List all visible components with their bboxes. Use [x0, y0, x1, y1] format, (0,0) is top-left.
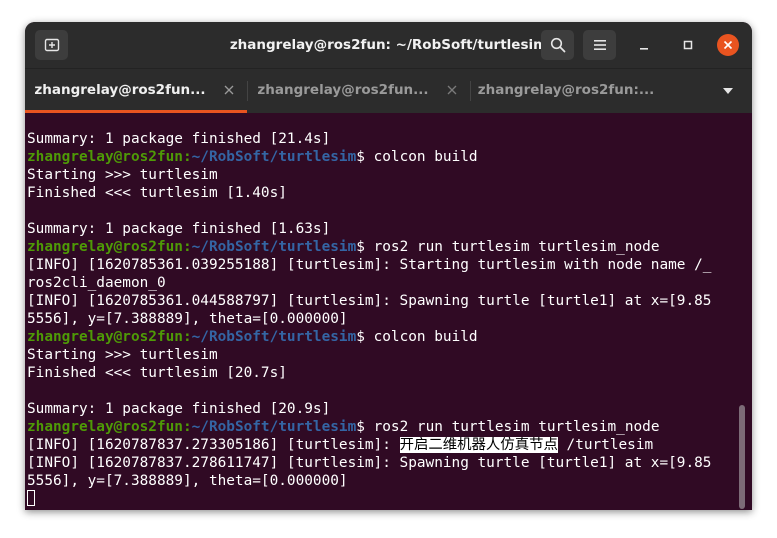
output-text: Summary: 1 package finished [21.4s] [27, 131, 331, 147]
prompt-user: zhangrelay@ros2fun [27, 329, 183, 345]
tabs-dropdown-button[interactable] [716, 81, 740, 101]
output-text: [INFO] [1620787837.278611747] [turtlesim… [27, 455, 712, 471]
terminal-input-line[interactable] [27, 490, 739, 508]
terminal-output[interactable]: Summary: 1 package finished [21.4s] zhang… [27, 130, 739, 510]
terminal-line: Finished <<< turtlesim [20.7s] [27, 364, 739, 382]
prompt-user: zhangrelay@ros2fun [27, 419, 183, 435]
terminal-line: Summary: 1 package finished [21.4s] [27, 130, 739, 148]
tab-close-icon[interactable] [222, 83, 236, 97]
tab-bar: zhangrelay@ros2fun... zhangrelay@ros2fun… [25, 68, 752, 113]
maximize-icon [683, 40, 693, 50]
command-text: colcon build [373, 149, 478, 165]
terminal-line: ros2cli_daemon_0 [27, 274, 739, 292]
output-text: [INFO] [1620787837.273305186] [turtlesim… [27, 437, 400, 453]
command-text: ros2 run turtlesim turtlesim_node [373, 239, 660, 255]
tab-label: zhangrelay@ros2fun... [257, 82, 429, 98]
terminal-line: Finished <<< turtlesim [1.40s] [27, 184, 739, 202]
text-cursor [27, 490, 35, 506]
new-tab-icon [44, 38, 59, 52]
output-text: Finished <<< turtlesim [1.40s] [27, 185, 287, 201]
output-text: 5556], y=[7.388889], theta=[0.000000] [27, 311, 348, 327]
search-icon [550, 37, 565, 53]
minimize-button[interactable] [633, 34, 655, 56]
scrollbar-thumb[interactable] [739, 405, 745, 509]
terminal-line: zhangrelay@ros2fun:~/RobSoft/turtlesim$ … [27, 238, 739, 256]
prompt-symbol: $ [356, 419, 365, 435]
maximize-button[interactable] [677, 34, 699, 56]
prompt-user: zhangrelay@ros2fun [27, 149, 183, 165]
terminal-line: Summary: 1 package finished [20.9s] [27, 400, 739, 418]
terminal-line: [INFO] [1620785361.044588797] [turtlesim… [27, 292, 739, 310]
hamburger-menu-icon [593, 40, 606, 50]
close-button[interactable] [717, 34, 739, 56]
minimize-icon [640, 48, 648, 50]
new-tab-button[interactable] [35, 30, 68, 60]
output-text: ros2cli_daemon_0 [27, 275, 166, 291]
header-bar: zhangrelay@ros2fun: ~/RobSoft/turtlesim [25, 22, 752, 68]
prompt-user: zhangrelay@ros2fun [27, 239, 183, 255]
output-text: Summary: 1 package finished [1.63s] [27, 221, 331, 237]
close-icon [723, 40, 733, 50]
terminal-line: 5556], y=[7.388889], theta=[0.000000] [27, 472, 739, 490]
terminal-line: Starting >>> turtlesim [27, 166, 739, 184]
prompt-symbol: $ [356, 239, 365, 255]
prompt-separator: : [182, 149, 192, 165]
prompt-path: ~/RobSoft/turtlesim [191, 329, 357, 345]
terminal-line: 5556], y=[7.388889], theta=[0.000000] [27, 310, 739, 328]
terminal-line: zhangrelay@ros2fun:~/RobSoft/turtlesim$ … [27, 418, 739, 436]
prompt-path: ~/RobSoft/turtlesim [191, 239, 357, 255]
output-text: [INFO] [1620785361.044588797] [turtlesim… [27, 293, 712, 309]
output-text: Finished <<< turtlesim [20.7s] [27, 365, 287, 381]
selected-text: 开启二维机器人仿真节点 [399, 437, 558, 453]
prompt-path: ~/RobSoft/turtlesim [191, 149, 357, 165]
prompt-separator: : [182, 419, 192, 435]
output-text: Starting >>> turtlesim [27, 167, 218, 183]
prompt-symbol: $ [356, 149, 365, 165]
prompt-path: ~/RobSoft/turtlesim [191, 419, 357, 435]
tab-3[interactable]: zhangrelay@ros2fun:... [471, 69, 693, 113]
terminal-line: [INFO] [1620787837.273305186] [turtlesim… [27, 436, 739, 454]
command-text: colcon build [373, 329, 478, 345]
prompt-separator: : [182, 239, 192, 255]
terminal-line: [INFO] [1620787837.278611747] [turtlesim… [27, 454, 739, 472]
terminal-line: [INFO] [1620785361.039255188] [turtlesim… [27, 256, 739, 274]
terminal-line: Summary: 1 package finished [1.63s] [27, 220, 739, 238]
prompt-separator: : [182, 329, 192, 345]
output-text: [INFO] [1620785361.039255188] [turtlesim… [27, 257, 712, 273]
output-text: Summary: 1 package finished [20.9s] [27, 401, 331, 417]
output-text: 5556], y=[7.388889], theta=[0.000000] [27, 473, 348, 489]
prompt-symbol: $ [356, 329, 365, 345]
search-button[interactable] [541, 30, 574, 60]
tab-close-icon[interactable] [445, 83, 459, 97]
active-tab-indicator [25, 110, 247, 113]
menu-button[interactable] [583, 30, 616, 60]
terminal-line: zhangrelay@ros2fun:~/RobSoft/turtlesim$ … [27, 148, 739, 166]
output-text: Starting >>> turtlesim [27, 347, 218, 363]
tab-2[interactable]: zhangrelay@ros2fun... [248, 69, 470, 113]
terminal-line: Starting >>> turtlesim [27, 346, 739, 364]
command-text: ros2 run turtlesim turtlesim_node [373, 419, 660, 435]
output-text: /turtlesim [557, 437, 654, 453]
terminal-window: zhangrelay@ros2fun: ~/RobSoft/turtlesim [25, 22, 752, 510]
tab-1[interactable]: zhangrelay@ros2fun... [25, 69, 247, 113]
chevron-down-icon [723, 88, 733, 94]
terminal-line: zhangrelay@ros2fun:~/RobSoft/turtlesim$ … [27, 328, 739, 346]
tab-label: zhangrelay@ros2fun... [34, 82, 206, 98]
tab-label: zhangrelay@ros2fun:... [477, 82, 655, 98]
